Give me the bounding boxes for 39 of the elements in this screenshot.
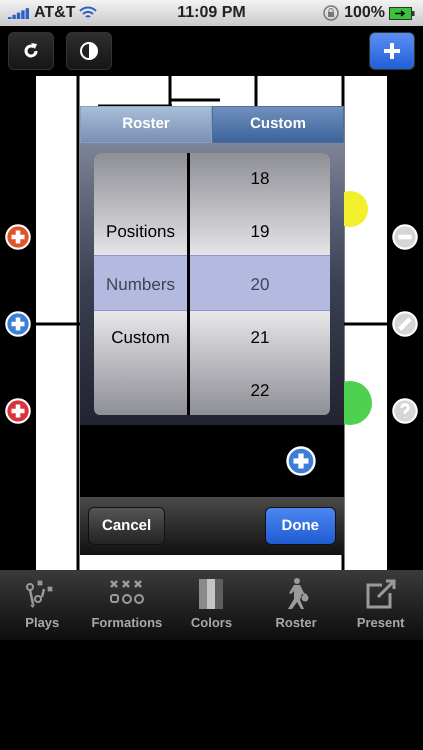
cancel-button[interactable]: Cancel [88,507,166,545]
picker-option[interactable]: 19 [190,217,330,247]
tab-item[interactable]: Roster [254,570,338,640]
slash-icon[interactable] [392,311,418,337]
tab-item[interactable]: Present [338,570,423,640]
minus-icon[interactable] [392,224,418,250]
add-icon[interactable] [286,446,316,476]
refresh-button[interactable] [8,32,54,70]
add-icon[interactable] [5,311,31,337]
picker-option[interactable]: 21 [190,323,330,353]
picker-option[interactable]: 22 [190,376,330,406]
add-icon[interactable] [5,398,31,424]
wifi-icon [79,6,98,20]
picker-option[interactable]: Custom [94,323,187,353]
tab-item[interactable]: Colors [169,570,254,640]
picker-wheel[interactable]: Positions Numbers Custom [94,153,187,415]
carrier-text: AT&T [34,3,76,23]
picker-wheel[interactable]: 18 19 20 21 22 [190,153,330,415]
clock-text: 11:09 PM [176,3,247,23]
share-icon [364,577,398,612]
battery-text: 100% [344,3,386,23]
picker-option[interactable]: Positions [94,217,187,247]
tab-item[interactable]: Plays [0,570,85,640]
picker-option[interactable]: 18 [190,164,330,194]
picker-option[interactable]: Numbers [94,270,187,300]
tab-item[interactable]: Formations [84,570,170,640]
signal-icon [8,7,30,19]
color-swatch-icon [197,577,226,612]
contrast-icon [79,41,99,61]
picker-option[interactable]: 20 [190,270,330,300]
add-icon[interactable] [5,224,31,250]
done-button[interactable]: Done [264,507,336,545]
plus-icon [382,41,402,61]
battery-icon [389,6,416,20]
contrast-button[interactable] [66,32,112,70]
add-button[interactable] [369,32,415,70]
help-icon[interactable] [392,398,418,424]
segment-tab[interactable]: Custom [212,106,344,143]
rotation-lock-icon [322,4,340,22]
